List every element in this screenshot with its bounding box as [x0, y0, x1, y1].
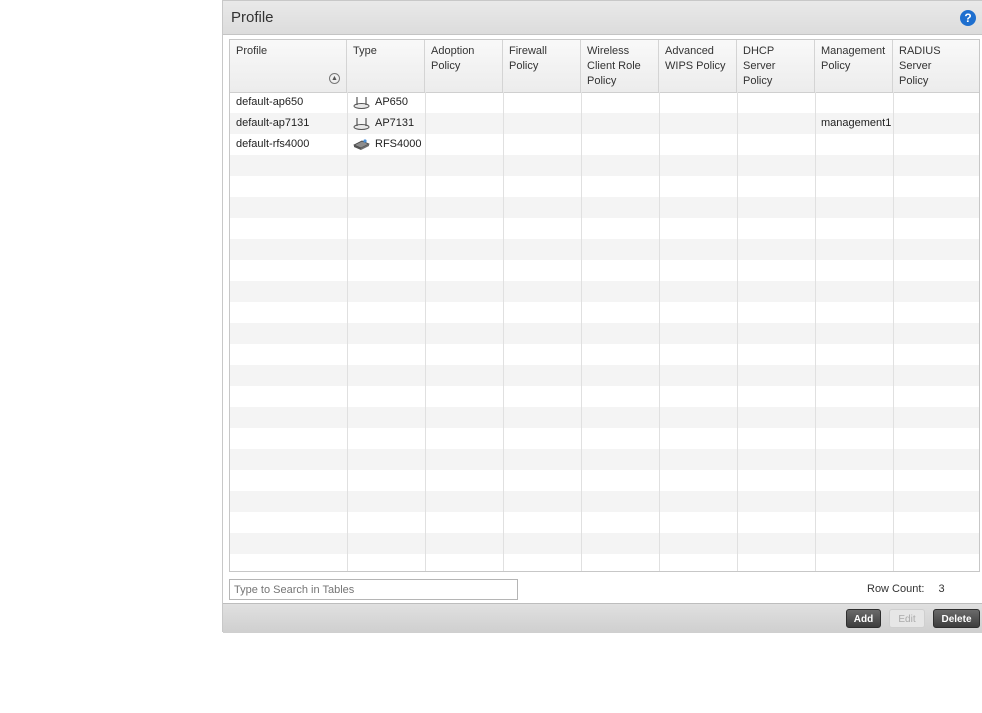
column-header-adoption-policy[interactable]: Adoption Policy [425, 40, 503, 92]
cell-management-policy: management1 [821, 117, 892, 129]
empty-row [230, 470, 979, 491]
table-row[interactable]: default-ap7131 AP7131 management1 [230, 113, 979, 134]
profile-table: Profile ▲ Type Adoption Policy Firewall … [229, 39, 980, 572]
edit-button[interactable]: Edit [889, 609, 925, 628]
add-button[interactable]: Add [846, 609, 881, 628]
panel-header: Profile ? [223, 1, 982, 35]
action-bar: Add Edit Delete [223, 603, 982, 633]
cell-profile: default-ap7131 [236, 117, 310, 129]
page-title: Profile [231, 9, 274, 26]
table-row[interactable]: default-ap650 AP650 [230, 92, 979, 113]
empty-row [230, 197, 979, 218]
column-header-radius-server-policy[interactable]: RADIUS Server Policy [893, 40, 979, 92]
empty-row [230, 323, 979, 344]
table-row[interactable]: default-rfs4000 RFS4000 [230, 134, 979, 155]
cell-profile: default-rfs4000 [236, 138, 310, 150]
empty-row [230, 344, 979, 365]
column-header-type[interactable]: Type [347, 40, 425, 92]
column-divider [815, 92, 816, 571]
cell-profile: default-ap650 [236, 96, 304, 108]
column-divider [893, 92, 894, 571]
empty-row [230, 428, 979, 449]
row-count-label: Row Count: [867, 583, 925, 595]
row-count: Row Count: 3 [867, 583, 945, 595]
empty-row [230, 176, 979, 197]
column-divider [737, 92, 738, 571]
column-divider [503, 92, 504, 571]
access-point-icon [353, 96, 370, 109]
column-divider [581, 92, 582, 571]
column-header-firewall-policy[interactable]: Firewall Policy [503, 40, 581, 92]
profile-panel: Profile ? Profile ▲ Type Adoption Policy… [222, 0, 982, 633]
empty-row [230, 386, 979, 407]
empty-row [230, 155, 979, 176]
help-icon[interactable]: ? [960, 10, 976, 26]
cell-type: AP7131 [347, 113, 425, 134]
empty-row [230, 407, 979, 428]
empty-row [230, 302, 979, 323]
empty-row [230, 554, 979, 571]
column-header-advanced-wips-policy[interactable]: Advanced WIPS Policy [659, 40, 737, 92]
column-header-wireless-client-role-policy[interactable]: Wireless Client Role Policy [581, 40, 659, 92]
table-body: default-ap650 AP650 default-ap7131 AP713… [230, 92, 979, 571]
column-divider [425, 92, 426, 571]
empty-row [230, 491, 979, 512]
column-divider [659, 92, 660, 571]
empty-row [230, 239, 979, 260]
empty-row [230, 533, 979, 554]
sort-ascending-icon[interactable]: ▲ [329, 73, 340, 84]
empty-row [230, 260, 979, 281]
column-header-dhcp-server-policy[interactable]: DHCP Server Policy [737, 40, 815, 92]
search-input[interactable] [229, 579, 518, 600]
column-header-management-policy[interactable]: Management Policy [815, 40, 893, 92]
switch-icon [353, 138, 370, 150]
delete-button[interactable]: Delete [933, 609, 980, 628]
empty-row [230, 512, 979, 533]
empty-row [230, 218, 979, 239]
table-header: Profile ▲ Type Adoption Policy Firewall … [230, 40, 979, 93]
column-header-profile[interactable]: Profile ▲ [230, 40, 347, 92]
empty-row [230, 449, 979, 470]
column-divider [347, 92, 348, 571]
cell-type: RFS4000 [347, 134, 425, 155]
cell-type: AP650 [347, 92, 425, 113]
row-count-value: 3 [938, 583, 945, 595]
empty-row [230, 365, 979, 386]
access-point-icon [353, 117, 370, 130]
empty-row [230, 281, 979, 302]
